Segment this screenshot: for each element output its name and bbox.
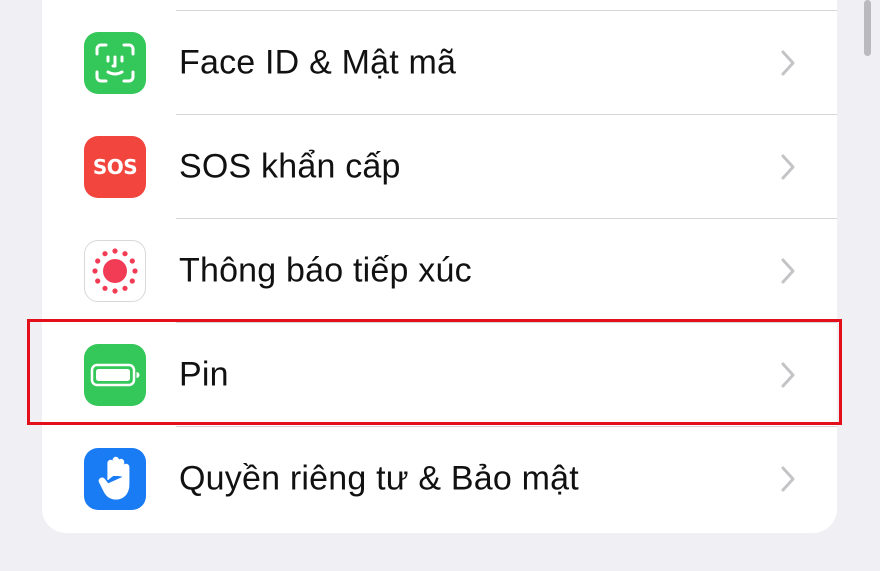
settings-item-label: Quyền riêng tư & Bảo mật — [179, 459, 579, 498]
settings-item-privacy-security[interactable]: Quyền riêng tư & Bảo mật — [42, 427, 837, 531]
settings-item-battery[interactable]: Pin — [42, 323, 837, 427]
chevron-right-icon — [781, 258, 795, 284]
settings-item-face-id[interactable]: Face ID & Mật mã — [42, 11, 837, 115]
battery-icon — [84, 344, 146, 406]
sos-icon-text: SOS — [92, 155, 138, 179]
settings-item-emergency-sos[interactable]: SOS SOS khẩn cấp — [42, 115, 837, 219]
chevron-right-icon — [781, 362, 795, 388]
settings-list: Face ID & Mật mã SOS SOS khẩn cấp Thông … — [42, 0, 837, 533]
chevron-right-icon — [781, 154, 795, 180]
settings-item-label: Thông báo tiếp xúc — [179, 251, 472, 290]
settings-item-label: Pin — [179, 355, 229, 394]
chevron-right-icon — [781, 466, 795, 492]
settings-item-exposure-notifications[interactable]: Thông báo tiếp xúc — [42, 219, 837, 323]
chevron-right-icon — [781, 50, 795, 76]
face-id-icon — [84, 32, 146, 94]
settings-item-label: Face ID & Mật mã — [179, 43, 457, 82]
hand-icon — [84, 448, 146, 510]
settings-item-label: SOS khẩn cấp — [179, 147, 401, 186]
exposure-notification-icon — [84, 240, 146, 302]
scrollbar[interactable] — [864, 0, 871, 56]
sos-icon: SOS — [84, 136, 146, 198]
